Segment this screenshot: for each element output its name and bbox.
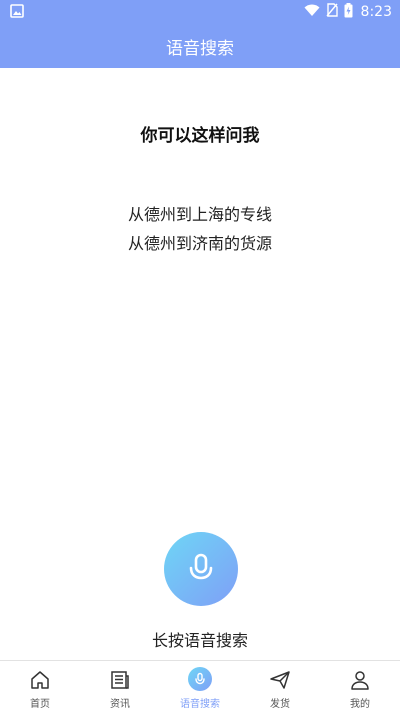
app-header: 语音搜索 [0, 24, 400, 68]
nav-label: 资讯 [110, 699, 130, 710]
status-bar: 8:23 [0, 0, 400, 24]
news-icon [109, 669, 131, 691]
wifi-icon [304, 3, 320, 21]
hint-title: 你可以这样问我 [140, 126, 260, 146]
send-icon [269, 669, 291, 691]
status-time: 8:23 [360, 4, 392, 20]
nav-item-voice-search[interactable]: 语音搜索 [160, 661, 240, 711]
microphone-icon [188, 667, 212, 691]
nav-item-news[interactable]: 资讯 [80, 661, 160, 711]
nav-label: 语音搜索 [180, 699, 220, 710]
voice-button-caption: 长按语音搜索 [151, 631, 248, 650]
page-title: 语音搜索 [166, 38, 234, 59]
nav-item-home[interactable]: 首页 [0, 661, 80, 711]
example-query: 从德州到济南的货源 [127, 234, 272, 253]
voice-search-screen: 8:23 语音搜索 你可以这样问我 从德州到上海的专线 从德州到济南的货源 长按… [0, 0, 400, 711]
image-icon [10, 3, 24, 22]
example-queries: 从德州到上海的专线 从德州到济南的货源 [0, 200, 400, 258]
nav-label: 发货 [270, 699, 290, 710]
voice-record-button[interactable] [164, 532, 238, 606]
bottom-nav: 首页 资讯 语音搜索 发货 我的 [0, 660, 400, 711]
nav-label: 首页 [30, 699, 50, 710]
nav-item-profile[interactable]: 我的 [320, 661, 400, 711]
microphone-icon [183, 549, 219, 589]
no-sim-icon [326, 3, 338, 21]
nav-label: 我的 [350, 699, 370, 710]
home-icon [29, 669, 51, 691]
user-icon [349, 669, 371, 691]
battery-charging-icon [344, 2, 353, 22]
nav-item-send[interactable]: 发货 [240, 661, 320, 711]
example-query: 从德州到上海的专线 [127, 205, 272, 224]
